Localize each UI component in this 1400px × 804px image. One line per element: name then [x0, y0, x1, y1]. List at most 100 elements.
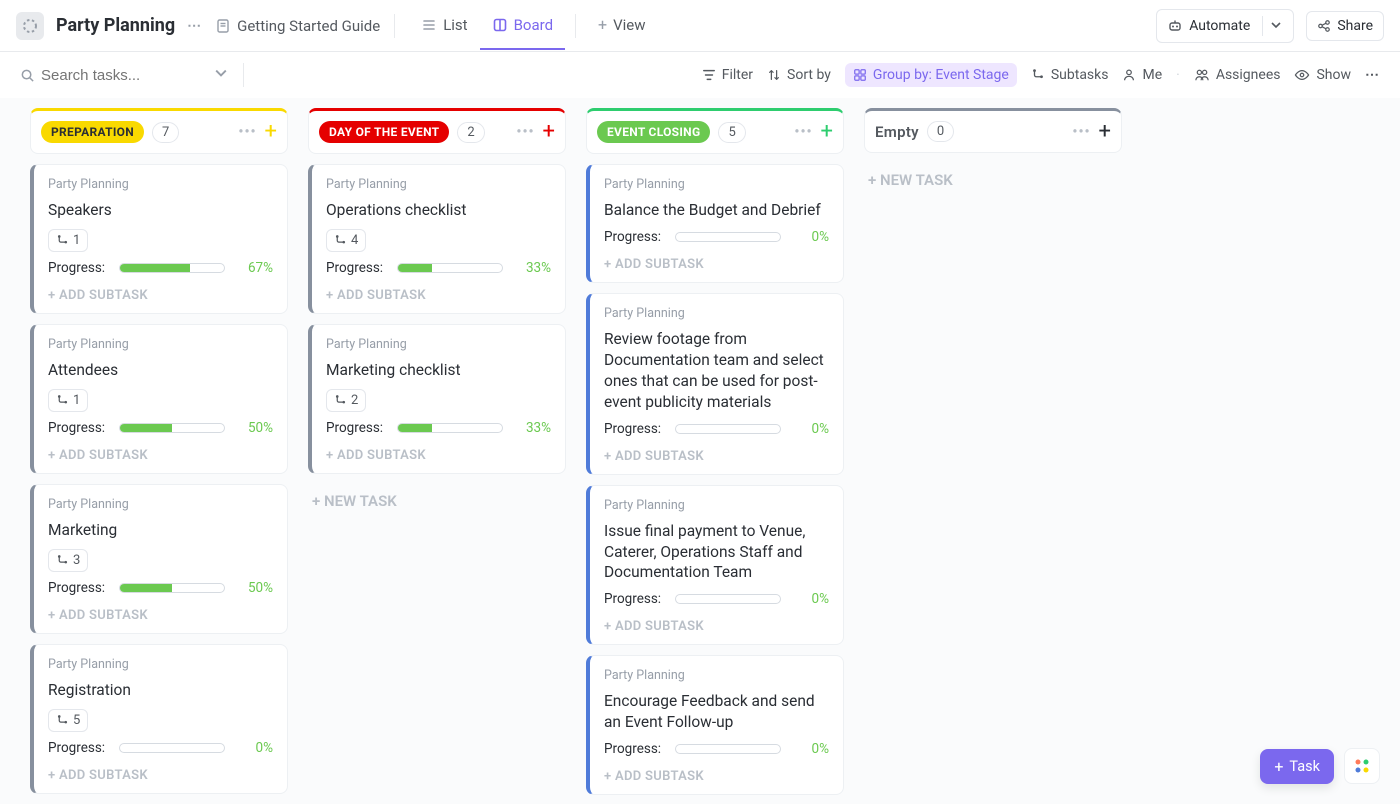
- automate-button[interactable]: Automate: [1156, 9, 1294, 43]
- add-subtask-button[interactable]: + ADD SUBTASK: [326, 444, 551, 463]
- space-icon[interactable]: [16, 12, 44, 40]
- toolbar-more[interactable]: ⋯: [1365, 67, 1380, 83]
- task-card[interactable]: Party Planning Marketing checklist2 Prog…: [308, 324, 566, 474]
- task-card[interactable]: Party Planning Speakers1 Progress: 67% +…: [30, 164, 288, 314]
- breadcrumb-getting-started[interactable]: Getting Started Guide: [215, 17, 380, 35]
- new-task-button[interactable]: + NEW TASK: [864, 163, 1122, 197]
- add-subtask-button[interactable]: + ADD SUBTASK: [326, 284, 551, 303]
- fab-apps-button[interactable]: [1344, 748, 1380, 784]
- sortby-button[interactable]: Sort by: [767, 67, 831, 83]
- fab-task-button[interactable]: + Task: [1260, 749, 1334, 784]
- progress-pct: 0%: [795, 229, 829, 245]
- card-title: Operations checklist: [326, 200, 551, 221]
- subtask-count-chip[interactable]: 4: [326, 229, 366, 252]
- board-toolbar: Filter Sort by Group by: Event Stage Sub…: [0, 52, 1400, 98]
- task-card[interactable]: Party Planning Attendees1 Progress: 50% …: [30, 324, 288, 474]
- progress-pct: 33%: [517, 420, 551, 436]
- subtask-count: 1: [73, 393, 80, 408]
- card-crumb: Party Planning: [48, 497, 273, 512]
- column-add[interactable]: +: [543, 125, 555, 139]
- add-subtask-button[interactable]: + ADD SUBTASK: [604, 253, 829, 272]
- progress-bar: [119, 583, 225, 593]
- add-subtask-button[interactable]: + ADD SUBTASK: [48, 284, 273, 303]
- progress-pct: 67%: [239, 260, 273, 276]
- task-card[interactable]: Party Planning Balance the Budget and De…: [586, 164, 844, 283]
- task-card[interactable]: Party Planning Encourage Feedback and se…: [586, 655, 844, 795]
- column-add[interactable]: +: [1099, 125, 1111, 139]
- column-menu[interactable]: •••: [1072, 124, 1090, 140]
- breadcrumb-label: Getting Started Guide: [237, 17, 380, 35]
- task-card[interactable]: Party Planning Registration5 Progress: 0…: [30, 644, 288, 794]
- plus-icon: +: [598, 15, 607, 34]
- progress-row: Progress: 33%: [326, 260, 551, 276]
- progress-label: Progress:: [48, 420, 105, 436]
- share-button[interactable]: Share: [1306, 11, 1384, 41]
- view-board[interactable]: Board: [480, 2, 565, 50]
- search-icon: [20, 68, 35, 83]
- divider: [575, 14, 576, 38]
- subtask-count-chip[interactable]: 5: [48, 709, 88, 732]
- progress-label: Progress:: [326, 260, 383, 276]
- add-subtask-button[interactable]: + ADD SUBTASK: [604, 445, 829, 464]
- subtasks-button[interactable]: Subtasks: [1031, 67, 1109, 83]
- add-subtask-button[interactable]: + ADD SUBTASK: [604, 765, 829, 784]
- add-subtask-button[interactable]: + ADD SUBTASK: [48, 444, 273, 463]
- card-crumb: Party Planning: [604, 668, 829, 683]
- card-crumb: Party Planning: [604, 306, 829, 321]
- task-card[interactable]: Party Planning Review footage from Docum…: [586, 293, 844, 475]
- card-title: Marketing: [48, 520, 273, 541]
- subtask-count-chip[interactable]: 1: [48, 389, 88, 412]
- divider: [243, 63, 244, 87]
- doc-pin-icon: [215, 18, 231, 34]
- subtask-count-chip[interactable]: 3: [48, 549, 88, 572]
- card-title: Marketing checklist: [326, 360, 551, 381]
- share-icon: [1317, 19, 1331, 33]
- column-menu[interactable]: •••: [238, 124, 256, 140]
- filter-label: Filter: [722, 67, 753, 83]
- me-label: Me: [1142, 67, 1162, 83]
- show-button[interactable]: Show: [1294, 67, 1351, 83]
- subtasks-label: Subtasks: [1051, 67, 1109, 83]
- column-header-preparation[interactable]: PREPARATION 7 ••• +: [30, 108, 288, 154]
- search-dropdown[interactable]: [215, 67, 227, 83]
- column-header-empty[interactable]: Empty 0 ••• +: [864, 108, 1122, 153]
- progress-label: Progress:: [326, 420, 383, 436]
- task-card[interactable]: Party Planning Marketing3 Progress: 50% …: [30, 484, 288, 634]
- progress-bar: [397, 263, 503, 273]
- add-subtask-button[interactable]: + ADD SUBTASK: [48, 604, 273, 623]
- progress-pct: 0%: [239, 740, 273, 756]
- task-card[interactable]: Party Planning Operations checklist4 Pro…: [308, 164, 566, 314]
- groupby-button[interactable]: Group by: Event Stage: [845, 63, 1017, 87]
- subtask-icon: [334, 234, 347, 247]
- subtask-count-chip[interactable]: 1: [48, 229, 88, 252]
- card-title: Attendees: [48, 360, 273, 381]
- new-task-button[interactable]: + NEW TASK: [308, 484, 566, 518]
- add-subtask-button[interactable]: + ADD SUBTASK: [48, 764, 273, 783]
- search-input[interactable]: [41, 67, 201, 84]
- filter-button[interactable]: Filter: [702, 67, 753, 83]
- assignees-button[interactable]: Assignees: [1194, 67, 1281, 83]
- add-subtask-button[interactable]: + ADD SUBTASK: [604, 615, 829, 634]
- status-pill: PREPARATION: [41, 121, 144, 143]
- card-crumb: Party Planning: [604, 498, 829, 513]
- view-list[interactable]: List: [409, 2, 479, 50]
- column-header-event-closing[interactable]: EVENT CLOSING 5 ••• +: [586, 108, 844, 154]
- page-menu-button[interactable]: ⋯: [183, 18, 205, 34]
- progress-row: Progress: 0%: [604, 741, 829, 757]
- me-button[interactable]: Me: [1122, 67, 1162, 83]
- column-header-day-of-event[interactable]: DAY OF THE EVENT 2 ••• +: [308, 108, 566, 154]
- column-add[interactable]: +: [265, 125, 277, 139]
- card-title: Registration: [48, 680, 273, 701]
- page-title[interactable]: Party Planning: [56, 15, 175, 36]
- views: List Board + View: [409, 1, 657, 50]
- column-add[interactable]: +: [821, 125, 833, 139]
- column-menu[interactable]: •••: [516, 124, 534, 140]
- progress-bar: [119, 263, 225, 273]
- board-icon: [492, 17, 508, 33]
- column-menu[interactable]: •••: [794, 124, 812, 140]
- task-card[interactable]: Party Planning Issue final payment to Ve…: [586, 485, 844, 646]
- subtask-icon: [56, 554, 69, 567]
- view-list-label: List: [443, 16, 467, 34]
- add-view[interactable]: + View: [586, 1, 658, 50]
- subtask-count-chip[interactable]: 2: [326, 389, 366, 412]
